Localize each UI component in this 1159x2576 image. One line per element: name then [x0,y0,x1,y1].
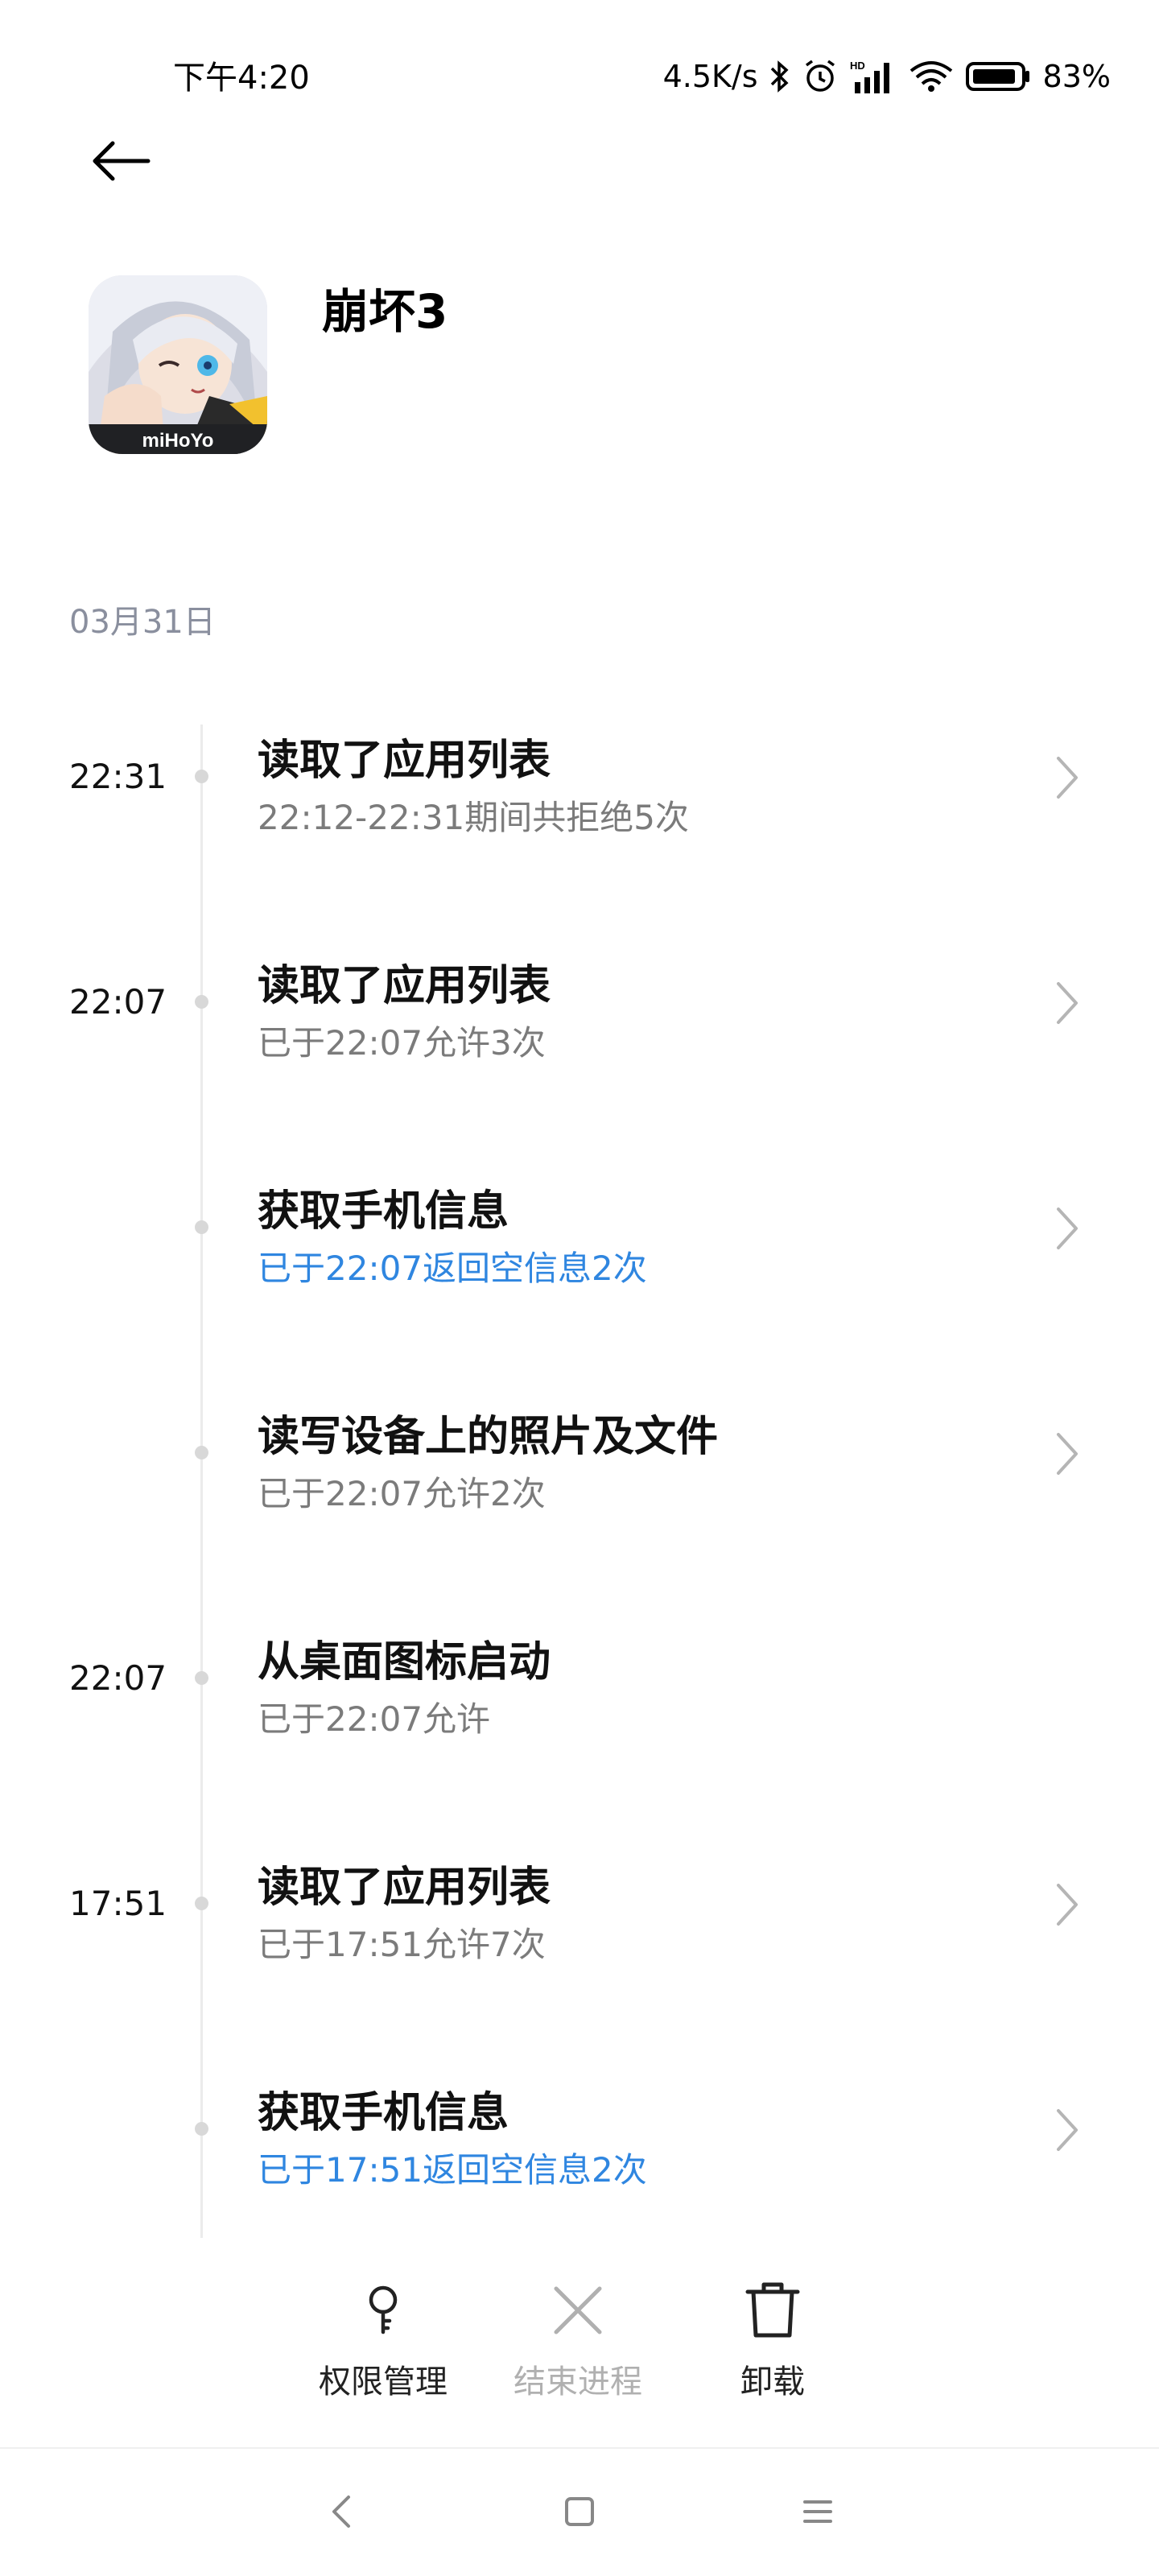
timeline-time: 22:31 [69,757,167,796]
arrow-left-icon [93,141,151,181]
timeline-title: 读写设备上的照片及文件 [258,1413,719,1461]
app-name: 崩坏3 [322,284,448,339]
nav-home-icon [565,2497,594,2526]
app-icon-brand: miHoYo [142,430,214,452]
chevron-right-icon [1057,1884,1078,1926]
system-nav-bar [0,2463,1159,2560]
chevron-right-icon [1057,982,1078,1024]
timeline-title: 读取了应用列表 [258,962,551,1010]
trash-icon [745,2282,800,2338]
timeline-title: 读取了应用列表 [258,737,551,785]
timeline-dot [195,2122,208,2136]
timeline-subtitle: 已于22:07允许 [258,1699,491,1739]
timeline-dot [195,1671,208,1685]
timeline-item[interactable]: 读写设备上的照片及文件 已于22:07允许2次 [0,1385,1159,1610]
timeline-subtitle: 已于22:07允许2次 [258,1474,546,1513]
close-icon [554,2286,602,2334]
timeline-subtitle: 已于22:07允许3次 [258,1023,546,1063]
timeline-time: 17:51 [69,1884,167,1923]
divider [0,2447,1159,2449]
back-button[interactable] [80,121,161,201]
timeline-item: 22:07 从桌面图标启动 已于22:07允许 [0,1610,1159,1835]
status-icons: 4.5K/s HD 83% [663,48,1111,105]
net-speed: 4.5K/s [662,59,758,94]
timeline-dot [195,1446,208,1459]
nav-recents-button[interactable] [786,2487,850,2536]
timeline-title: 从桌面图标启动 [258,1638,551,1686]
timeline-dot [195,1897,208,1910]
timeline-subtitle: 已于17:51返回空信息2次 [258,2150,647,2190]
timeline-item[interactable]: 获取手机信息 已于22:07返回空信息2次 [0,1159,1159,1385]
timeline-item[interactable]: 获取手机信息 已于17:51返回空信息2次 [0,2061,1159,2286]
bluetooth-icon [769,59,790,94]
chevron-right-icon [1057,2109,1078,2151]
timeline-dot [195,995,208,1009]
uninstall-label: 卸载 [740,2363,805,2401]
timeline-title: 获取手机信息 [258,2089,509,2137]
timeline-dot [195,770,208,783]
wifi-icon [908,58,955,95]
chevron-right-icon [1057,757,1078,799]
end-process-button[interactable]: 结束进程 [497,2270,658,2402]
timeline-subtitle: 已于22:07返回空信息2次 [258,1249,647,1288]
battery-percent: 83% [1042,59,1111,94]
chevron-right-icon [1057,1208,1078,1249]
nav-back-icon [332,2496,350,2528]
timeline-item[interactable]: 22:07 读取了应用列表 已于22:07允许3次 [0,934,1159,1159]
timeline-title: 获取手机信息 [258,1187,509,1236]
timeline-dot [195,1220,208,1234]
key-icon [369,2285,398,2334]
timeline-time: 22:07 [69,982,167,1022]
timeline-item[interactable]: 22:31 读取了应用列表 22:12-22:31期间共拒绝5次 [0,708,1159,934]
end-process-label: 结束进程 [514,2363,642,2401]
battery-icon [965,60,1032,93]
uninstall-button[interactable]: 卸载 [692,2270,853,2402]
svg-text:HD: HD [850,60,865,72]
chevron-right-icon [1057,1433,1078,1475]
timeline-title: 读取了应用列表 [258,1864,551,1912]
timeline-time: 22:07 [69,1658,167,1698]
app-icon: miHoYo [89,275,267,454]
permission-manage-label: 权限管理 [319,2363,448,2401]
nav-menu-icon [803,2500,832,2523]
timeline-item[interactable]: 17:51 读取了应用列表 已于17:51允许7次 [0,1835,1159,2061]
date-label: 03月31日 [69,604,216,641]
hd-signal-icon: HD [850,58,897,95]
permission-manage-button[interactable]: 权限管理 [303,2270,464,2402]
timeline-subtitle: 已于17:51允许7次 [258,1925,546,1964]
timeline-subtitle: 22:12-22:31期间共拒绝5次 [258,798,689,837]
alarm-icon [802,58,839,95]
status-bar: 下午4:20 4.5K/s HD 83% [0,48,1159,105]
nav-home-button[interactable] [547,2487,612,2536]
status-time: 下午4:20 [173,60,310,97]
nav-back-button[interactable] [309,2487,373,2536]
action-bar: 权限管理 结束进程 卸载 [0,2270,1159,2423]
